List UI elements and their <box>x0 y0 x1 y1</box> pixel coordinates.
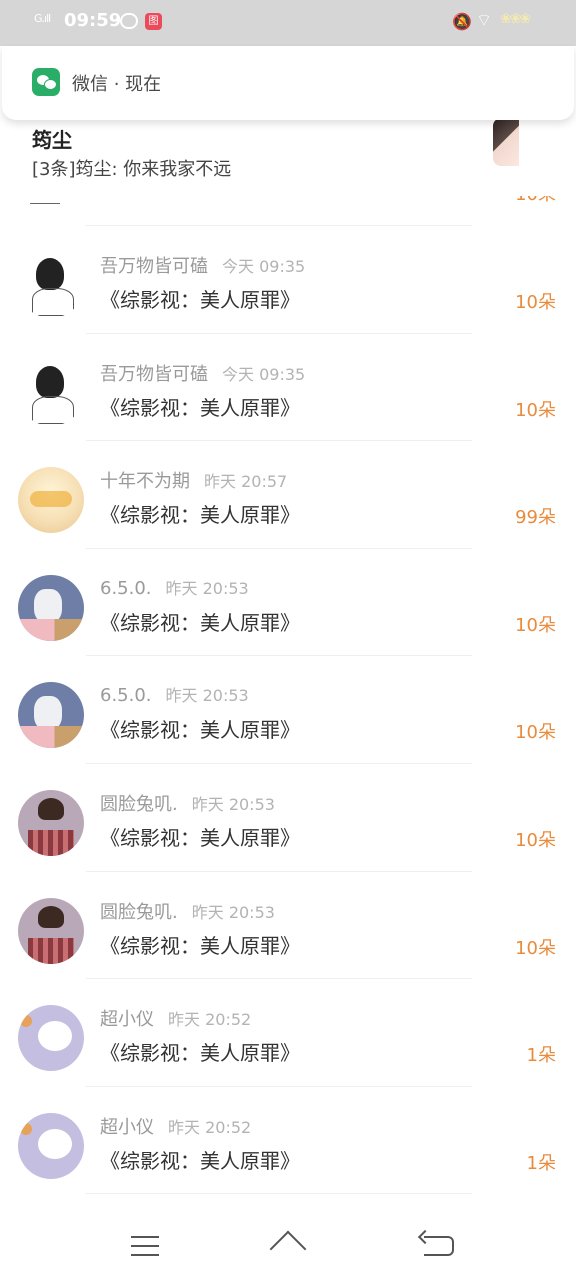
user-name-line: 超小仪 昨天 20:52 <box>100 1113 251 1139</box>
timestamp: 昨天 20:53 <box>165 578 249 598</box>
user-name[interactable]: 十年不为期 <box>100 471 190 492</box>
user-name-line: 吾万物皆可磕 今天 09:35 <box>100 360 305 386</box>
book-title[interactable]: 《综影视：美人原罪》 <box>100 714 300 743</box>
user-name-line: 吾万物皆可磕 今天 09:35 <box>100 252 305 278</box>
notification-sender: 筠尘 <box>32 128 72 152</box>
menu-icon[interactable] <box>131 1236 159 1256</box>
gift-count: 10朵 <box>515 399 556 421</box>
book-title[interactable]: 《综影视：美人原罪》 <box>100 1037 300 1066</box>
list-item[interactable]: 6.5.0. 昨天 20:53 《综影视：美人原罪》 10朵 <box>0 549 576 657</box>
timestamp: 昨天 20:52 <box>168 1117 252 1137</box>
gift-count: 10朵 <box>515 722 556 744</box>
user-name-line: 圆脸兔叽. 昨天 20:53 <box>100 898 275 924</box>
wechat-icon <box>32 68 60 96</box>
gift-count: 10朵 <box>515 937 556 959</box>
book-title[interactable]: 《综影视：美人原罪》 <box>100 930 300 959</box>
avatar[interactable] <box>18 789 84 856</box>
timestamp: 昨天 20:52 <box>168 1010 252 1030</box>
book-title[interactable]: 《综影视：美人原罪》 <box>100 499 300 528</box>
divider <box>86 1193 472 1195</box>
back-icon[interactable] <box>424 1236 454 1256</box>
timestamp: 昨天 20:57 <box>204 472 288 492</box>
notification-message[interactable]: 筠尘 [3条]筠尘: 你来我家不远 <box>0 112 576 196</box>
gift-count: 10朵 <box>515 829 556 851</box>
bell-muted-icon: 🔕 <box>452 12 472 31</box>
user-name-line: 圆脸兔叽. 昨天 20:53 <box>100 790 275 816</box>
gift-count: 99朵 <box>515 507 556 529</box>
book-title[interactable]: 《综影视：美人原罪》 <box>100 822 300 851</box>
user-name-line: 6.5.0. 昨天 20:53 <box>100 575 249 599</box>
avatar[interactable] <box>18 252 84 318</box>
user-name-line: 十年不为期 昨天 20:57 <box>100 467 287 493</box>
book-title[interactable]: 《综影视：美人原罪》 <box>100 1145 300 1174</box>
user-name-line: 超小仪 昨天 20:52 <box>100 1005 251 1031</box>
user-name[interactable]: 圆脸兔叽. <box>100 794 178 815</box>
gift-record-list[interactable]: 吾万物皆可磕 今天 09:35 《综影视：美人原罪》 10朵 吾万物皆可磕 今天 0… <box>0 226 576 1195</box>
list-item[interactable]: 吾万物皆可磕 今天 09:35 《综影视：美人原罪》 10朵 <box>0 226 576 334</box>
book-title[interactable]: 《综影视：美人原罪》 <box>100 284 300 313</box>
list-item[interactable]: 超小仪 昨天 20:52 《综影视：美人原罪》 1朵 <box>0 1087 576 1195</box>
notification-header[interactable]: 微信 · 现在 <box>2 46 574 120</box>
avatar[interactable] <box>18 1005 84 1072</box>
notification-avatar <box>493 118 519 166</box>
user-name[interactable]: 吾万物皆可磕 <box>100 364 208 385</box>
app-badge-icon: 图 <box>145 13 162 30</box>
avatar[interactable] <box>18 574 84 641</box>
user-name[interactable]: 超小仪 <box>100 1009 154 1030</box>
book-title[interactable]: 《综影视：美人原罪》 <box>100 607 300 636</box>
signal-icon: G.ıll <box>34 12 51 25</box>
flower-decoration-icon: ❀❀❀ <box>500 11 531 27</box>
user-name[interactable]: 吾万物皆可磕 <box>100 256 208 277</box>
avatar[interactable] <box>18 897 84 964</box>
list-item[interactable]: 圆脸兔叽. 昨天 20:53 《综影视：美人原罪》 10朵 <box>0 764 576 872</box>
status-bar: G.ıll 09:59 图 🔕 ⌔ ❀❀❀ <box>0 0 576 46</box>
gift-count: 1朵 <box>526 1045 556 1067</box>
avatar[interactable] <box>18 359 84 426</box>
timestamp: 昨天 20:53 <box>191 902 275 922</box>
list-item[interactable]: 6.5.0. 昨天 20:53 《综影视：美人原罪》 10朵 <box>0 656 576 764</box>
user-name[interactable]: 6.5.0. <box>100 578 152 599</box>
home-icon[interactable] <box>270 1232 306 1256</box>
user-name[interactable]: 圆脸兔叽. <box>100 902 178 923</box>
user-name[interactable]: 超小仪 <box>100 1117 154 1138</box>
list-item[interactable]: 吾万物皆可磕 今天 09:35 《综影视：美人原罪》 10朵 <box>0 334 576 442</box>
gift-count: 1朵 <box>526 1152 556 1174</box>
gift-count: 10朵 <box>515 614 556 636</box>
notification-app-label: 微信 · 现在 <box>72 74 162 95</box>
list-item[interactable]: 十年不为期 昨天 20:57 《综影视：美人原罪》 99朵 <box>0 441 576 549</box>
notification-text: [3条]筠尘: 你来我家不远 <box>32 159 232 180</box>
gift-count: 10朵 <box>515 292 556 313</box>
avatar[interactable] <box>18 467 84 534</box>
timestamp: 昨天 20:53 <box>191 794 275 814</box>
avatar[interactable] <box>18 1112 84 1179</box>
timestamp: 今天 09:35 <box>222 257 306 276</box>
navigation-bar <box>0 1210 576 1280</box>
list-item[interactable]: 超小仪 昨天 20:52 《综影视：美人原罪》 1朵 <box>0 979 576 1087</box>
wifi-icon: ⌔ <box>476 11 492 31</box>
list-item[interactable]: 圆脸兔叽. 昨天 20:53 《综影视：美人原罪》 10朵 <box>0 872 576 980</box>
avatar[interactable] <box>18 682 84 749</box>
book-title[interactable]: 《综影视：美人原罪》 <box>100 392 300 421</box>
status-time: 09:59 <box>64 10 122 31</box>
wechat-status-icon <box>120 13 138 29</box>
user-name[interactable]: 6.5.0. <box>100 685 152 706</box>
user-name-line: 6.5.0. 昨天 20:53 <box>100 682 249 706</box>
timestamp: 今天 09:35 <box>222 364 306 384</box>
timestamp: 昨天 20:53 <box>165 686 249 706</box>
